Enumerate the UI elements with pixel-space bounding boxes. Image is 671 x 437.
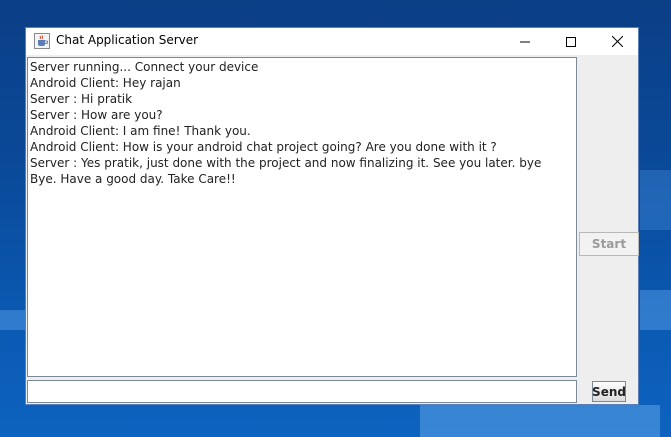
minimize-button[interactable] (502, 28, 548, 55)
wallpaper-light-ray (640, 170, 671, 230)
wallpaper-light-ray (420, 405, 660, 437)
chat-line: Server running... Connect your device (30, 60, 259, 74)
chat-line: Server : Hi pratik (30, 92, 133, 106)
window-content: Server running... Connect your device An… (26, 55, 639, 404)
chat-line: Android Client: How is your android chat… (30, 140, 497, 154)
send-button[interactable]: Send (592, 381, 626, 402)
wallpaper-light-ray (640, 290, 671, 330)
desktop-background: Chat Application Server Server running..… (0, 0, 671, 437)
chat-line: Android Client: Hey rajan (30, 76, 181, 90)
java-cup-icon (34, 33, 50, 49)
maximize-icon (566, 36, 576, 47)
start-button[interactable]: Start (579, 232, 639, 256)
chat-line: Bye. Have a good day. Take Care!! (30, 172, 236, 186)
minimize-icon (520, 41, 530, 42)
title-bar[interactable]: Chat Application Server (26, 28, 638, 55)
close-button[interactable] (594, 28, 640, 55)
close-icon (611, 36, 623, 47)
window-title: Chat Application Server (56, 33, 199, 47)
chat-log-textarea[interactable]: Server running... Connect your device An… (27, 57, 577, 377)
chat-line: Server : Yes pratik, just done with the … (30, 156, 542, 170)
chat-line: Android Client: I am fine! Thank you. (30, 124, 251, 138)
chat-line: Server : How are you? (30, 108, 163, 122)
chat-server-window: Chat Application Server Server running..… (25, 27, 639, 405)
message-input[interactable] (27, 380, 577, 403)
maximize-button[interactable] (548, 28, 594, 55)
